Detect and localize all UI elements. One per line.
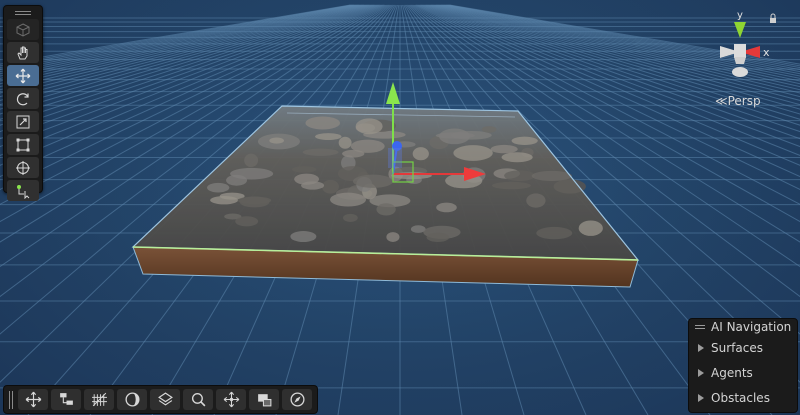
transform-icon: [16, 160, 30, 175]
cube-icon: [16, 22, 30, 37]
compass-icon: [289, 392, 305, 407]
scene-bottom-toolbar: [3, 385, 318, 414]
ai-nav-item-label: Agents: [711, 365, 753, 380]
search-icon: [191, 392, 205, 407]
projection-icon: ≪: [715, 94, 728, 108]
scale-tool-button[interactable]: [7, 111, 39, 132]
expand-arrow-icon: [698, 393, 704, 402]
scene-canvas[interactable]: [0, 0, 800, 415]
camera-toggle-button[interactable]: [249, 389, 279, 410]
lock-icon[interactable]: [770, 13, 776, 23]
projection-toggle[interactable]: ≪Persp: [715, 94, 761, 108]
toolbar-grip[interactable]: [7, 390, 15, 409]
move-tool-button[interactable]: [7, 65, 39, 86]
pivot-toggle-button[interactable]: [51, 389, 81, 410]
ai-nav-item-label: Surfaces: [711, 340, 763, 355]
rotate-tool-button[interactable]: [7, 88, 39, 109]
tool-palette: [3, 5, 43, 201]
move-icon: [25, 391, 41, 408]
snap-icon: [223, 391, 239, 408]
custom-tool-icon: [17, 184, 30, 199]
rotate-icon: [16, 92, 29, 105]
rect-tool-button[interactable]: [7, 134, 39, 155]
view-tool-button[interactable]: [7, 19, 39, 40]
ai-nav-item-obstacles[interactable]: Obstacles: [689, 385, 797, 410]
navigate-toggle-button[interactable]: [282, 389, 312, 410]
move-arrows-icon: [15, 68, 31, 83]
expand-arrow-icon: [698, 343, 704, 352]
ai-nav-item-surfaces[interactable]: Surfaces: [689, 335, 797, 360]
transform-tool-button[interactable]: [7, 157, 39, 178]
camera-icon: [257, 394, 271, 407]
overlay-grip-icon: [695, 325, 705, 329]
ai-navigation-overlay: AI Navigation Surfaces Agents Obstacles: [688, 318, 798, 413]
tool-palette-grip[interactable]: [4, 8, 42, 17]
grid-icon: [91, 392, 107, 407]
grid-toggle-button[interactable]: [84, 389, 114, 410]
ai-navigation-header[interactable]: AI Navigation: [689, 319, 797, 335]
hand-tool-button[interactable]: [7, 42, 39, 63]
projection-label: Persp: [727, 94, 761, 108]
layers-toggle-button[interactable]: [150, 389, 180, 410]
scene-viewport[interactable]: y x ≪Persp AI Navigation Surfaces Agents…: [0, 0, 800, 415]
shading-toggle-button[interactable]: [117, 389, 147, 410]
search-toggle-button[interactable]: [183, 389, 213, 410]
snap-toggle-button[interactable]: [216, 389, 246, 410]
gizmo-axis-y-label: y: [737, 10, 743, 21]
expand-arrow-icon: [698, 368, 704, 377]
layers-icon: [157, 392, 173, 406]
scale-icon: [16, 115, 30, 128]
move-toggle-button[interactable]: [18, 389, 48, 410]
hand-icon: [17, 46, 28, 59]
ai-navigation-title: AI Navigation: [711, 320, 792, 334]
custom-tool-button[interactable]: [7, 180, 39, 201]
ai-nav-item-label: Obstacles: [711, 390, 770, 405]
ai-nav-item-agents[interactable]: Agents: [689, 360, 797, 385]
pivot-icon: [59, 393, 73, 405]
gizmo-axis-x-label: x: [763, 46, 770, 59]
orientation-gizmo[interactable]: y x: [706, 8, 792, 108]
shading-icon: [124, 392, 140, 407]
rect-transform-icon: [16, 138, 30, 151]
